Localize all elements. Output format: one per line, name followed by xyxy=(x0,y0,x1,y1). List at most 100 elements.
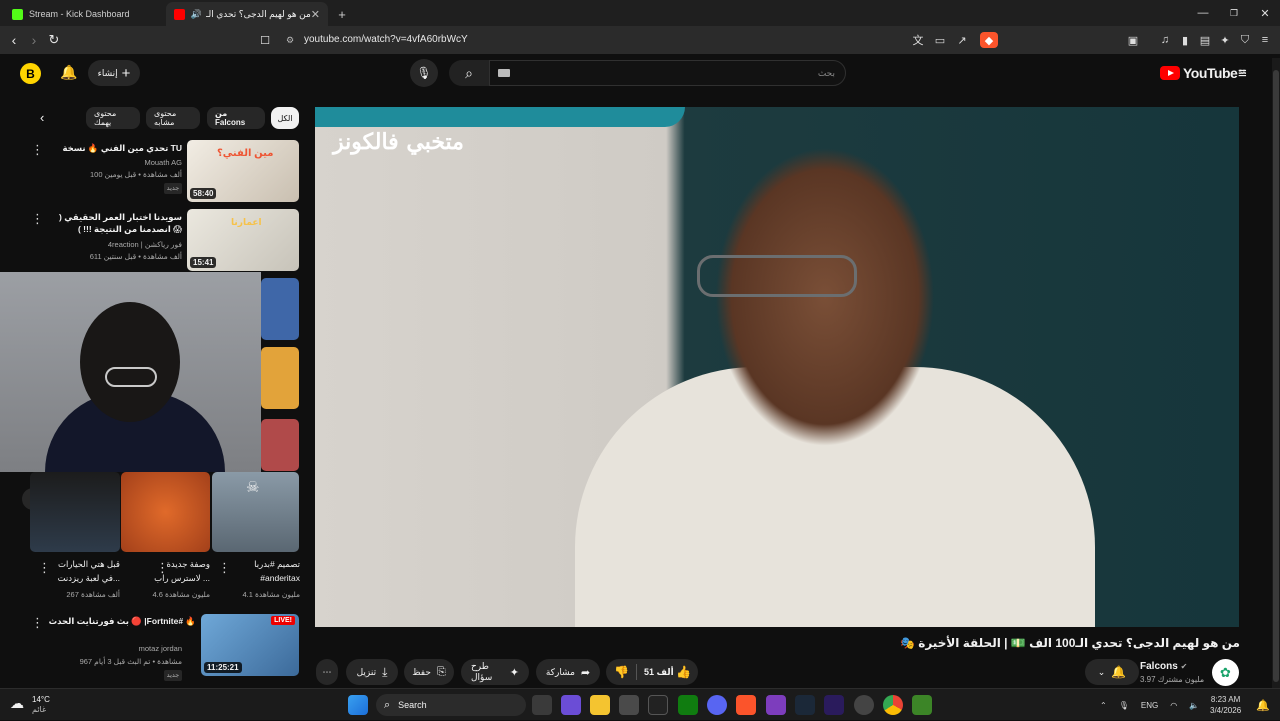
short-title[interactable]: تصميم #بدربا #anderitax xyxy=(228,557,300,585)
obs-icon[interactable] xyxy=(854,695,874,715)
more-options-icon[interactable]: ⋮ xyxy=(31,615,44,631)
brave-shield-icon[interactable]: ◆ xyxy=(980,32,998,48)
language-indicator[interactable]: ENG xyxy=(1141,701,1158,710)
menu-icon[interactable]: ≡ xyxy=(1257,32,1273,48)
subscribed-button[interactable]: ⌄ 🔔 xyxy=(1085,659,1139,685)
short-title[interactable]: وصفة جديدة لاسترس راب ... xyxy=(136,557,210,585)
youtube-logo[interactable]: YouTube SA xyxy=(1160,64,1246,82)
notification-bell-icon[interactable]: 🔔 xyxy=(1256,689,1270,721)
weather-icon[interactable]: ☁ xyxy=(10,695,24,712)
video-thumbnail[interactable]: اعمارنا 15:41 xyxy=(187,209,299,271)
video-thumbnail[interactable] xyxy=(261,419,299,471)
clock[interactable]: 8:23 AM 3/4/2026 xyxy=(1210,689,1241,721)
short-thumbnail[interactable]: ☠ xyxy=(212,472,299,552)
video-title[interactable]: بث فورتنايت الحدث 🔴 |Fortnite# 🔥 xyxy=(48,615,196,627)
share-button[interactable]: مشاركة ➦ xyxy=(536,659,600,685)
music-icon[interactable]: ♫ xyxy=(1157,32,1173,48)
search-icon[interactable]: ⌕ xyxy=(449,60,489,86)
url-field[interactable]: ⚙ youtube.com/watch?v=4vfA60rbWcY xyxy=(282,30,1002,50)
tab-youtube-video[interactable]: 🔊 من هو لهيم الدجى؟ تحدي الـ100 ✕ xyxy=(166,2,328,26)
start-icon[interactable] xyxy=(348,695,368,715)
channel-name[interactable]: Mouath AG xyxy=(48,157,182,168)
chevron-up-icon[interactable]: ⌃ xyxy=(1100,701,1107,710)
more-options-icon[interactable]: ⋮ xyxy=(218,560,231,576)
weather-widget[interactable]: 14°C غائم xyxy=(32,695,50,715)
bookmark-icon[interactable]: ☐ xyxy=(255,30,275,50)
premiere-icon[interactable] xyxy=(824,695,844,715)
video-title[interactable]: تحدي مين الفني 🔥 نسخة TU xyxy=(48,142,182,154)
vpn-icon[interactable]: ⛉ xyxy=(1237,32,1253,48)
page-scrollbar[interactable] xyxy=(1272,58,1280,688)
channel-name[interactable]: 4reaction | فور رياكشن xyxy=(48,239,182,250)
more-options-icon[interactable]: ⋮ xyxy=(38,560,51,576)
microphone-icon[interactable]: 🎙 xyxy=(1119,701,1129,710)
app-icon[interactable] xyxy=(766,695,786,715)
channel-avatar[interactable]: ✿ xyxy=(1212,659,1239,686)
chip-related[interactable]: محتوى مشابه xyxy=(146,107,200,129)
file-explorer-icon[interactable] xyxy=(590,695,610,715)
share-icon[interactable]: ↗ xyxy=(954,32,970,48)
discord-icon[interactable] xyxy=(707,695,727,715)
close-window-icon[interactable]: ✕ xyxy=(1248,0,1280,26)
voice-search-icon[interactable]: 🎙 xyxy=(410,59,438,87)
steam-icon[interactable] xyxy=(795,695,815,715)
chrome-icon[interactable] xyxy=(883,695,903,715)
search-input[interactable]: بحث xyxy=(489,60,846,86)
channel-name[interactable]: Falcons ✔ xyxy=(1140,661,1187,672)
forward-icon[interactable]: › xyxy=(24,30,44,50)
short-thumbnail[interactable] xyxy=(30,472,120,552)
video-thumbnail[interactable]: LIVE! 11:25:21 xyxy=(201,614,299,676)
chip-from-channel[interactable]: من Falcons xyxy=(207,107,265,129)
more-options-icon[interactable]: ⋮ xyxy=(156,560,169,576)
video-title[interactable]: سويدنا اختبار العمر الحقيقي ( انصدمنا من… xyxy=(48,211,182,235)
ask-button[interactable]: طرح سؤال ✦ xyxy=(461,659,529,685)
more-options-icon[interactable]: ⋮ xyxy=(31,142,44,158)
hamburger-menu-icon[interactable]: ≡ xyxy=(1238,65,1247,82)
wifi-icon[interactable]: ◠ xyxy=(1170,701,1177,710)
minecraft-icon[interactable] xyxy=(912,695,932,715)
store-icon[interactable] xyxy=(619,695,639,715)
epic-games-icon[interactable] xyxy=(648,695,668,715)
short-thumbnail[interactable] xyxy=(121,472,210,552)
save-button[interactable]: حفظ ⎘ xyxy=(404,659,454,685)
restore-icon[interactable]: ❐ xyxy=(1217,0,1251,26)
scrollbar-thumb[interactable] xyxy=(1273,70,1279,682)
like-icon[interactable]: 👍 xyxy=(676,665,691,679)
site-info-icon[interactable]: ⚙ xyxy=(286,30,294,50)
taskbar-search[interactable]: ⌕ Search xyxy=(376,694,526,716)
translate-icon[interactable]: 文 xyxy=(910,32,926,48)
avatar[interactable]: B xyxy=(20,63,41,84)
create-button[interactable]: إنشاء + xyxy=(88,60,140,86)
task-view-icon[interactable] xyxy=(532,695,552,715)
video-thumbnail[interactable] xyxy=(261,347,299,409)
volume-icon[interactable]: 🔈 xyxy=(1189,701,1199,710)
more-actions-button[interactable]: ⋯ xyxy=(316,659,338,685)
leo-ai-icon[interactable]: ✦ xyxy=(1217,32,1233,48)
new-tab-button[interactable]: + xyxy=(332,2,352,26)
chip-all[interactable]: الكل xyxy=(271,107,299,129)
video-thumbnail[interactable] xyxy=(261,278,299,340)
wallet-icon[interactable]: ▤ xyxy=(1197,32,1213,48)
screenshot-icon[interactable]: ▣ xyxy=(1125,32,1141,48)
tab-kick-dashboard[interactable]: Stream - Kick Dashboard xyxy=(4,2,164,26)
keyboard-icon[interactable] xyxy=(498,69,510,77)
reload-icon[interactable]: ↻ xyxy=(44,30,64,50)
chip-recommended[interactable]: محتوى يهمك xyxy=(86,107,140,129)
teams-icon[interactable] xyxy=(561,695,581,715)
minimize-icon[interactable]: — xyxy=(1186,0,1220,26)
back-icon[interactable]: ‹ xyxy=(4,30,24,50)
more-options-icon[interactable]: ⋮ xyxy=(31,211,44,227)
chips-scroll-left-icon[interactable]: ‹ xyxy=(40,110,44,125)
short-title[interactable]: قبل هتي الحيارات في لعبة ريزدنت... xyxy=(48,557,120,585)
notifications-bell-icon[interactable]: 🔔 xyxy=(60,64,77,81)
video-thumbnail[interactable]: مين الفني؟ 58:40 xyxy=(187,140,299,202)
video-player[interactable]: متخبي فالكونز xyxy=(315,107,1239,627)
sidebar-icon[interactable]: ▮ xyxy=(1177,32,1193,48)
dislike-icon[interactable]: 👎 xyxy=(614,665,629,679)
close-tab-icon[interactable]: ✕ xyxy=(311,8,320,21)
download-button[interactable]: تنزيل ⤓ xyxy=(346,659,398,685)
brave-icon[interactable] xyxy=(736,695,756,715)
channel-name[interactable]: motaz jordan xyxy=(48,643,182,654)
cast-icon[interactable]: ▭ xyxy=(932,32,948,48)
xbox-icon[interactable] xyxy=(678,695,698,715)
